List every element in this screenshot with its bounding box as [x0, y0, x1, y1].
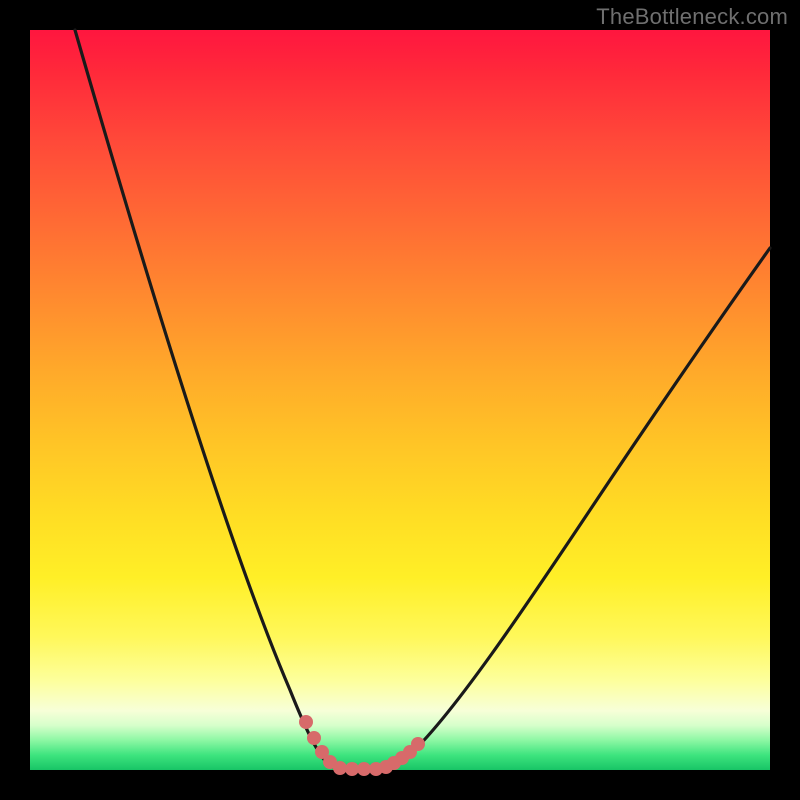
bottom-marker [307, 731, 321, 745]
bottom-marker-group [299, 715, 425, 776]
chart-frame: TheBottleneck.com [0, 0, 800, 800]
watermark-text: TheBottleneck.com [596, 4, 788, 30]
bottom-marker [411, 737, 425, 751]
bottom-marker [333, 761, 347, 775]
bottleneck-curve [75, 30, 770, 769]
bottleneck-curve-svg [30, 30, 770, 770]
bottom-marker [299, 715, 313, 729]
bottom-marker [357, 762, 371, 776]
bottom-marker [345, 762, 359, 776]
